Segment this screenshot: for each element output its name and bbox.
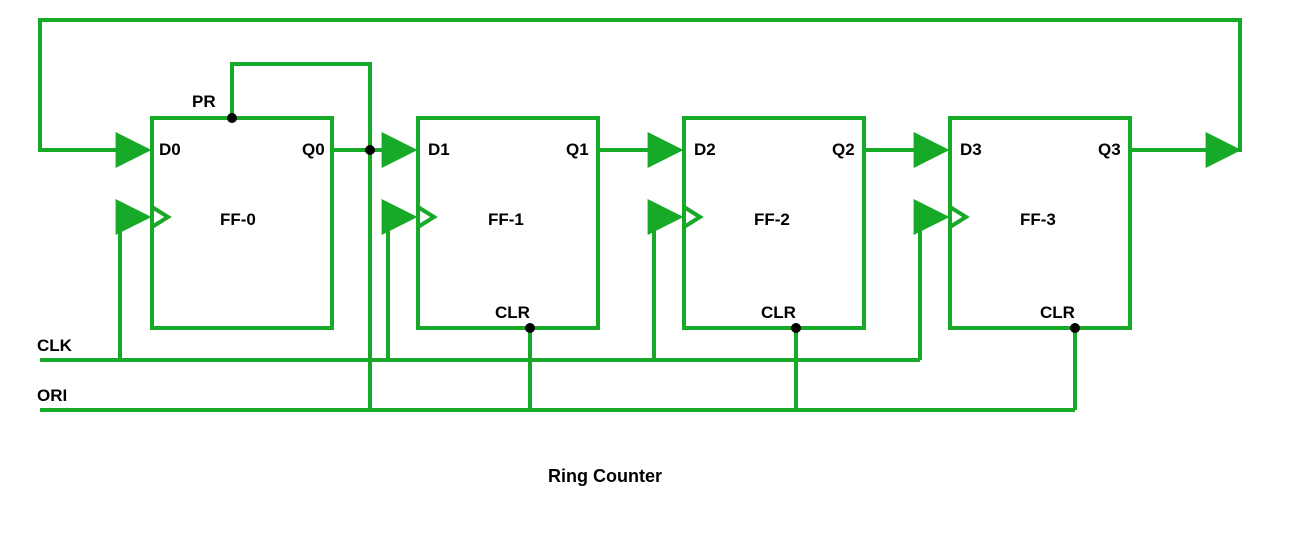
pin-clr3: CLR (1040, 303, 1075, 323)
signal-ori: ORI (37, 386, 67, 406)
pin-clr1: CLR (495, 303, 530, 323)
pin-d2: D2 (694, 140, 716, 160)
pin-q0: Q0 (302, 140, 325, 160)
signal-clk: CLK (37, 336, 72, 356)
pin-q1: Q1 (566, 140, 589, 160)
pin-d1: D1 (428, 140, 450, 160)
pin-d0: D0 (159, 140, 181, 160)
pin-q2: Q2 (832, 140, 855, 160)
ring-counter-diagram: D0 Q0 PR FF-0 D1 Q1 FF-1 CLR D2 Q2 FF-2 … (0, 0, 1289, 534)
ff-2-name: FF-2 (754, 210, 790, 230)
pin-clr2: CLR (761, 303, 796, 323)
pin-pr: PR (192, 92, 216, 112)
pin-q3: Q3 (1098, 140, 1121, 160)
pin-d3: D3 (960, 140, 982, 160)
ff-0-name: FF-0 (220, 210, 256, 230)
ff-3-name: FF-3 (1020, 210, 1056, 230)
diagram-title: Ring Counter (548, 466, 662, 487)
circuit-svg (0, 0, 1289, 534)
ff-1-name: FF-1 (488, 210, 524, 230)
